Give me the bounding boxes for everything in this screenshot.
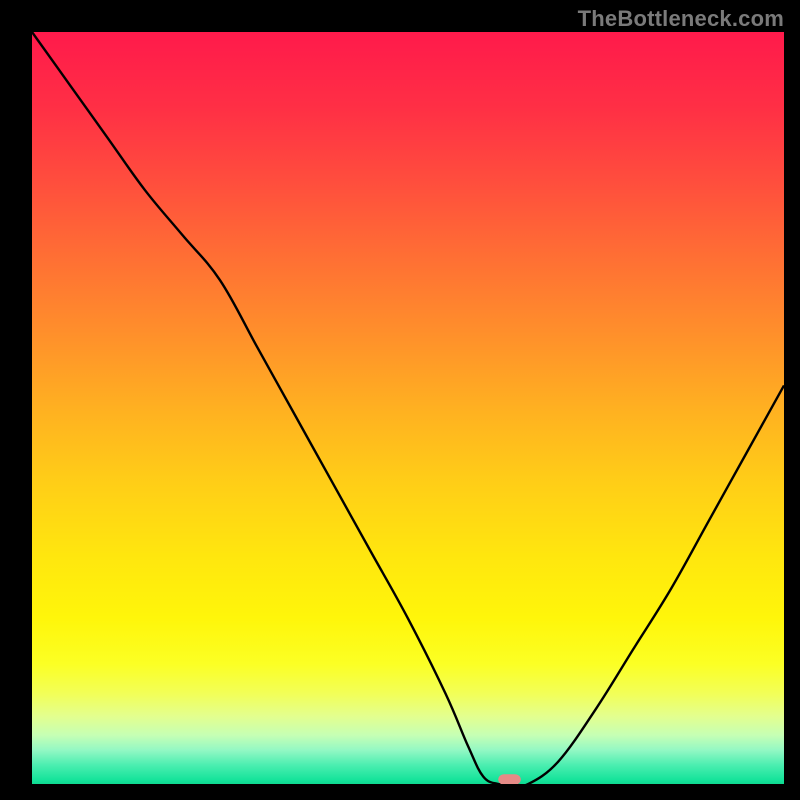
plot-area xyxy=(32,32,784,784)
chart-container: TheBottleneck.com xyxy=(0,0,800,800)
watermark-label: TheBottleneck.com xyxy=(578,6,784,32)
optimal-point-marker xyxy=(498,774,521,784)
gradient-background xyxy=(32,32,784,784)
bottleneck-chart xyxy=(32,32,784,784)
